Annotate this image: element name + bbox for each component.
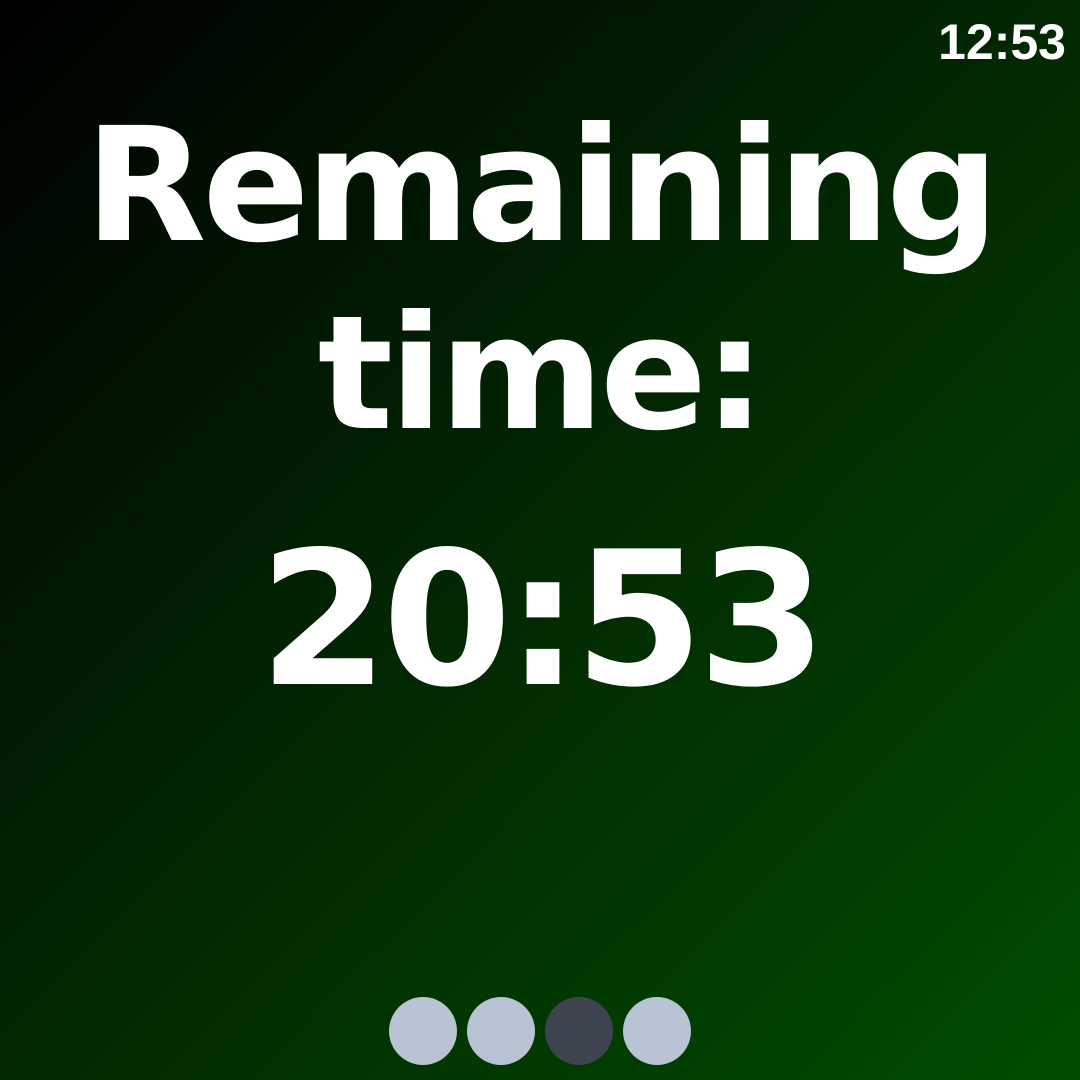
status-bar-clock: 12:53 xyxy=(938,14,1066,70)
page-dot-2[interactable] xyxy=(467,997,535,1065)
page-dot-4[interactable] xyxy=(623,997,691,1065)
title-line-2: time: xyxy=(317,282,767,466)
remaining-time-title: Remaining time: xyxy=(0,92,1080,468)
page-dot-1[interactable] xyxy=(389,997,457,1065)
page-indicator xyxy=(389,997,691,1065)
remaining-time-value: 20:53 xyxy=(258,511,827,728)
title-line-1: Remaining xyxy=(84,94,999,278)
page-dot-3-active[interactable] xyxy=(545,997,613,1065)
